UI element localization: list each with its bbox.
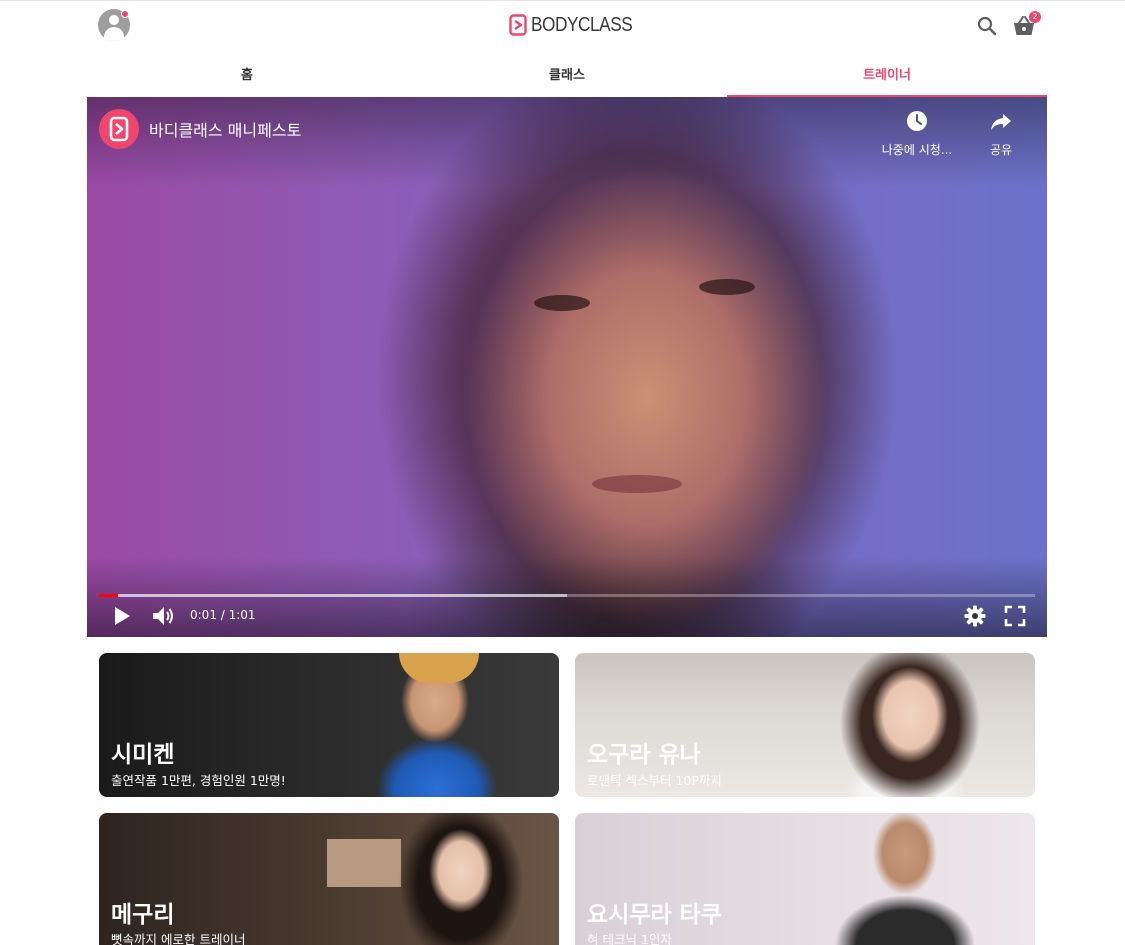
- main-tabs: 홈 클래스 트레이너: [87, 49, 1047, 97]
- tab-home[interactable]: 홈: [87, 49, 407, 97]
- cart-count-badge: 2: [1029, 11, 1041, 23]
- watch-later-label: 나중에 시청...: [881, 143, 953, 157]
- trainer-name: 메구리: [111, 902, 175, 928]
- trainer-photo: [825, 653, 1015, 797]
- trainer-subtitle: 출연작품 1만편, 경험인원 1만명!: [111, 773, 286, 788]
- channel-logo-icon[interactable]: [99, 109, 139, 149]
- fullscreen-icon: [1004, 605, 1026, 627]
- trainer-name: 요시무라 타쿠: [587, 902, 722, 928]
- watch-later-button[interactable]: 나중에 시청...: [875, 109, 959, 158]
- trainer-card-ogura-yuna[interactable]: 오구라 유나 로맨틱 섹스부터 10P까지: [575, 653, 1035, 797]
- trainer-photo: [399, 813, 549, 945]
- trainer-photo: [835, 813, 975, 945]
- settings-button[interactable]: [963, 604, 987, 628]
- trainer-subtitle: 뼛속까지 에로한 트레이너: [111, 932, 246, 945]
- video-frame-eye-right: [699, 279, 755, 295]
- shopping-basket-icon[interactable]: 2: [1011, 11, 1041, 39]
- video-frame-eye-left: [534, 295, 590, 311]
- play-button[interactable]: [109, 604, 133, 628]
- volume-icon: [153, 607, 173, 625]
- logo-text: BODYCLASS: [531, 13, 633, 36]
- fullscreen-button[interactable]: [1003, 604, 1027, 628]
- trainer-card-shimiken[interactable]: 시미켄 출연작품 1만편, 경험인원 1만명!: [99, 653, 559, 797]
- trainer-subtitle: 로맨틱 섹스부터 10P까지: [587, 773, 722, 788]
- share-label: 공유: [989, 143, 1013, 157]
- share-icon: [991, 114, 1011, 130]
- trainer-card-yoshimura-taku[interactable]: 요시무라 타쿠 혀 테크닉 1인자: [575, 813, 1035, 945]
- search-icon[interactable]: [975, 14, 999, 38]
- tab-trainer[interactable]: 트레이너: [727, 49, 1047, 97]
- volume-button[interactable]: [151, 604, 177, 628]
- video-frame-mouth: [592, 475, 682, 493]
- video-progress-bar[interactable]: [99, 594, 1035, 597]
- trainer-name: 시미켄: [111, 742, 175, 768]
- trainer-card-meguri[interactable]: 메구리 뼛속까지 에로한 트레이너: [99, 813, 559, 945]
- bodyclass-logo-icon: [509, 14, 527, 36]
- video-time: 0:01 / 1:01: [190, 608, 256, 622]
- share-button[interactable]: 공유: [979, 109, 1023, 158]
- video-buffered-bar: [99, 594, 567, 597]
- play-icon: [115, 607, 130, 625]
- trainer-name: 오구라 유나: [587, 742, 701, 768]
- video-played-bar: [99, 594, 118, 597]
- notification-dot: [121, 10, 129, 18]
- lamp-shade: [327, 839, 401, 887]
- app-header: BODYCLASS 2: [87, 1, 1047, 49]
- gear-icon: [964, 605, 986, 627]
- trainer-subtitle: 혀 테크닉 1인자: [587, 932, 672, 945]
- tab-class[interactable]: 클래스: [407, 49, 727, 97]
- video-bottom-gradient: [87, 557, 1047, 637]
- app-logo[interactable]: BODYCLASS: [509, 13, 649, 37]
- clock-icon: [907, 111, 927, 131]
- video-player[interactable]: 바디클래스 매니페스토 나중에 시청... 공유 0:01 / 1:01: [87, 97, 1047, 637]
- video-title[interactable]: 바디클래스 매니페스토: [149, 117, 301, 141]
